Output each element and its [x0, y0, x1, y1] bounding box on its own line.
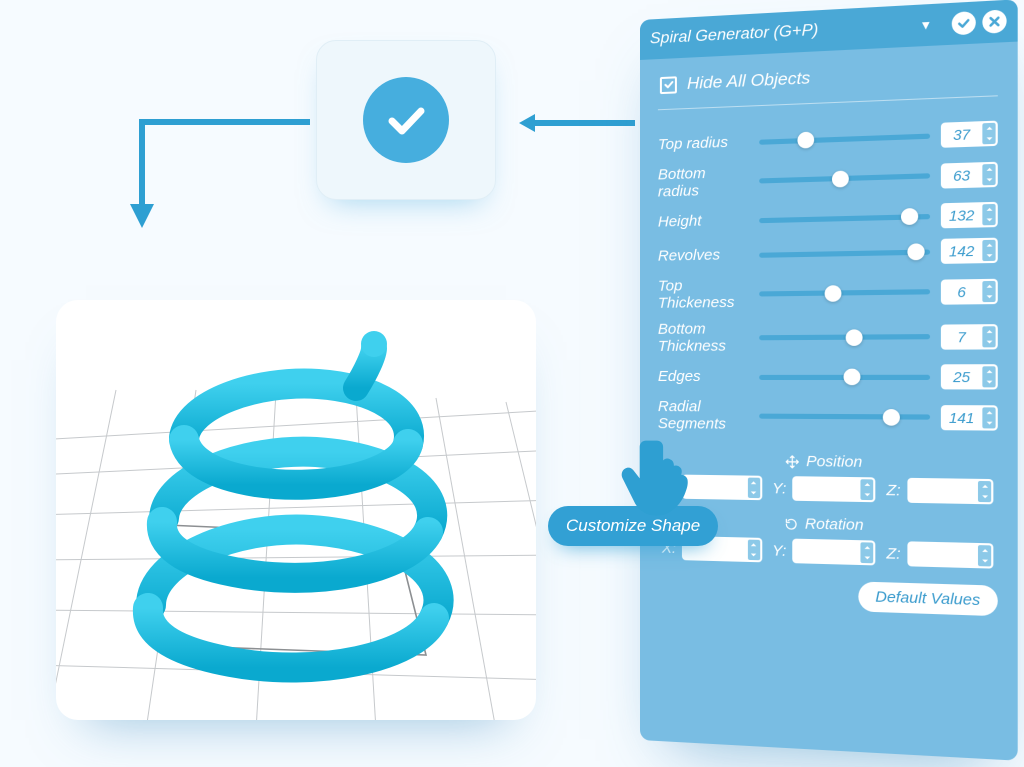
close-icon[interactable] — [982, 9, 1006, 33]
param-value[interactable]: 142 — [941, 238, 998, 264]
param-slider[interactable] — [759, 414, 930, 420]
param-row: Bottom Thickness 7 — [658, 314, 998, 360]
hide-all-label: Hide All Objects — [687, 68, 810, 94]
stepper-icon[interactable] — [982, 366, 995, 387]
param-slider[interactable] — [759, 289, 930, 296]
stepper-icon[interactable] — [748, 478, 760, 499]
stepper-icon[interactable] — [861, 479, 874, 500]
param-value[interactable]: 63 — [941, 161, 998, 188]
stepper-icon[interactable] — [982, 163, 995, 184]
param-row: Top Thickeness 6 — [658, 268, 998, 317]
param-slider[interactable] — [759, 213, 930, 222]
param-label: Revolves — [658, 247, 749, 265]
axis-value[interactable] — [907, 478, 993, 505]
checkbox-icon[interactable] — [660, 76, 677, 94]
panel-title: Spiral Generator (G+P) — [650, 16, 913, 48]
param-label: Bottom Thickness — [658, 321, 749, 355]
position-section: Position — [658, 451, 998, 473]
arrow-left-icon — [517, 112, 637, 134]
axis-value[interactable] — [793, 476, 876, 502]
axis-label: Z: — [886, 544, 900, 562]
rotate-icon — [784, 516, 799, 531]
stepper-icon[interactable] — [982, 326, 995, 347]
stepper-icon[interactable] — [982, 280, 995, 301]
checkmark-icon — [363, 77, 449, 163]
stepper-icon[interactable] — [748, 540, 760, 561]
axis-label: Y: — [772, 542, 786, 560]
default-values-button[interactable]: Default Values — [858, 581, 997, 616]
param-slider[interactable] — [759, 374, 930, 379]
param-slider[interactable] — [759, 133, 930, 144]
param-label: Top radius — [658, 134, 749, 154]
axis-label: Y: — [772, 479, 786, 497]
axis-field: Z: — [886, 478, 993, 505]
pointer-cursor-icon — [610, 428, 700, 518]
axis-field: Z: — [886, 541, 993, 569]
hide-all-toggle[interactable]: Hide All Objects — [658, 53, 998, 110]
move-icon — [785, 454, 800, 469]
param-slider[interactable] — [759, 249, 930, 257]
grid-and-spiral — [56, 300, 536, 720]
param-row: Radial Segments141 — [658, 394, 998, 440]
param-row: Revolves 142 — [658, 232, 998, 273]
param-value[interactable]: 6 — [941, 278, 998, 304]
param-value[interactable]: 132 — [941, 202, 998, 229]
param-row: Edges 25 — [658, 359, 998, 395]
param-slider[interactable] — [759, 334, 930, 340]
stepper-icon[interactable] — [982, 240, 995, 261]
param-value[interactable]: 141 — [941, 405, 998, 431]
axis-field: Y: — [772, 476, 875, 502]
axis-label: Z: — [886, 481, 900, 499]
axis-field: Y: — [772, 538, 875, 565]
confirm-card — [316, 40, 496, 200]
param-value[interactable]: 7 — [941, 324, 998, 350]
param-value[interactable]: 37 — [941, 121, 998, 148]
stepper-icon[interactable] — [978, 545, 991, 566]
param-label: Edges — [658, 369, 749, 386]
param-label: Height — [658, 212, 749, 231]
stepper-icon[interactable] — [982, 407, 995, 428]
confirm-icon[interactable] — [952, 11, 976, 35]
stepper-icon[interactable] — [982, 204, 995, 225]
stepper-icon[interactable] — [978, 481, 991, 502]
stepper-icon[interactable] — [982, 123, 995, 145]
tooltip-label: Customize Shape — [566, 516, 700, 535]
collapse-icon[interactable]: ▼ — [919, 18, 932, 33]
param-slider[interactable] — [759, 173, 930, 183]
param-label: Top Thickeness — [658, 277, 749, 311]
axis-value[interactable] — [907, 541, 993, 568]
preview-viewport[interactable] — [56, 300, 536, 720]
arrow-down-icon — [112, 112, 312, 232]
param-value[interactable]: 25 — [941, 364, 998, 389]
stepper-icon[interactable] — [861, 542, 874, 563]
inspector-panel: Spiral Generator (G+P) ▼ Hide All Object… — [640, 0, 1018, 761]
param-label: Bottom radius — [658, 164, 749, 200]
axis-value[interactable] — [793, 539, 876, 566]
